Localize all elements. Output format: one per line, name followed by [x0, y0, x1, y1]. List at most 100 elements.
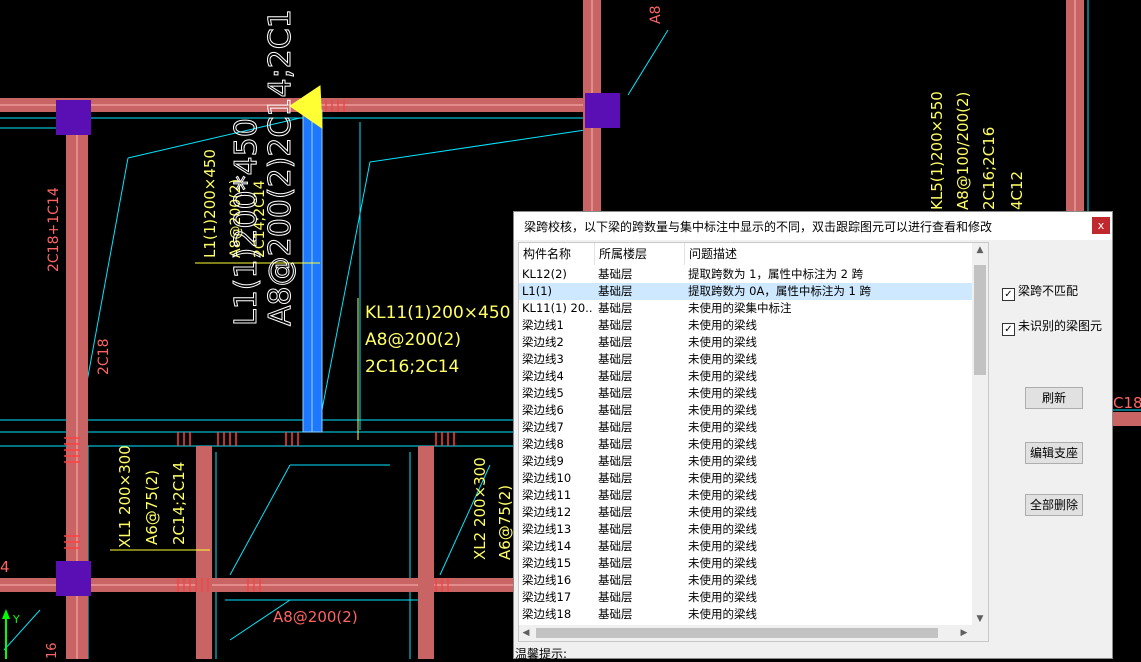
cell-floor: 基础层 [598, 471, 633, 485]
scroll-left-icon[interactable]: ◀ [519, 626, 533, 640]
table-row[interactable]: 梁边线6 基础层 未使用的梁线 [519, 402, 973, 419]
label-left-edge: 4 [0, 558, 10, 576]
table-row[interactable]: L1(1) 基础层 提取跨数为 0A，属性中标注为 1 跨 [519, 283, 973, 300]
cell-description: 未使用的梁线 [688, 573, 757, 587]
table-row[interactable]: 梁边线14 基础层 未使用的梁线 [519, 538, 973, 555]
list-rows: KL12(2) 基础层 提取跨数为 1，属性中标注为 2 跨 L1(1) 基础层 提取跨数… [519, 266, 973, 623]
table-row[interactable]: 梁边线4 基础层 未使用的梁线 [519, 368, 973, 385]
cell-name: L1(1) [522, 284, 553, 298]
table-row[interactable]: 梁边线7 基础层 未使用的梁线 [519, 419, 973, 436]
table-row[interactable]: 梁边线8 基础层 未使用的梁线 [519, 436, 973, 453]
scroll-down-icon[interactable]: ▼ [972, 612, 988, 626]
label-xl2-1: XL2 200×300 [471, 457, 489, 560]
table-row[interactable]: KL11(1) 20... 基础层 未使用的梁集中标注 [519, 300, 973, 317]
table-row[interactable]: 梁边线17 基础层 未使用的梁线 [519, 589, 973, 606]
label-l1-big2: A8@200(2)2C14;2C1 [263, 9, 298, 326]
column-header-description[interactable]: 问题描述 [685, 243, 973, 265]
cell-description: 未使用的梁线 [688, 335, 757, 349]
table-row[interactable]: 梁边线11 基础层 未使用的梁线 [519, 487, 973, 504]
table-row[interactable]: 梁边线10 基础层 未使用的梁线 [519, 470, 973, 487]
axis-y-label: Y [12, 613, 20, 626]
cell-description: 未使用的梁线 [688, 607, 757, 621]
table-row[interactable]: 梁边线5 基础层 未使用的梁线 [519, 385, 973, 402]
label-kl11-2: A8@200(2) [365, 330, 461, 350]
column-header-name[interactable]: 构件名称 [519, 243, 595, 265]
cell-name: 梁边线16 [522, 573, 572, 587]
dialog-titlebar[interactable]: 梁跨校核，以下梁的跨数量与集中标注中显示的不同，双击跟踪图元可以进行查看和修改 … [514, 212, 1112, 240]
label-bottom: A8@200(2) [273, 608, 358, 626]
table-row[interactable]: 梁边线16 基础层 未使用的梁线 [519, 572, 973, 589]
cell-floor: 基础层 [598, 590, 633, 604]
close-button[interactable]: x [1092, 217, 1110, 234]
cell-name: 梁边线11 [522, 488, 572, 502]
cell-description: 提取跨数为 1，属性中标注为 2 跨 [688, 267, 864, 281]
cell-name: 梁边线8 [522, 437, 564, 451]
label-xl2-2: A6@75(2) [496, 485, 514, 560]
cell-name: 梁边线9 [522, 454, 564, 468]
cell-description: 未使用的梁集中标注 [688, 301, 792, 315]
table-row[interactable]: KL12(2) 基础层 提取跨数为 1，属性中标注为 2 跨 [519, 266, 973, 283]
label-l1-big: L1(1)200*450 [229, 118, 264, 326]
table-row[interactable]: 梁边线15 基础层 未使用的梁线 [519, 555, 973, 572]
table-row[interactable]: 梁边线3 基础层 未使用的梁线 [519, 351, 973, 368]
scroll-up-icon[interactable]: ▲ [972, 243, 988, 257]
cell-description: 未使用的梁线 [688, 454, 757, 468]
horizontal-scrollbar[interactable]: ◀ ▶ [519, 625, 988, 641]
cell-floor: 基础层 [598, 522, 633, 536]
scroll-right-icon[interactable]: ▶ [957, 626, 971, 640]
checkbox-span-mismatch[interactable]: ✓ [1002, 288, 1015, 301]
cell-description: 未使用的梁线 [688, 386, 757, 400]
ucs-axis-icon: Y [2, 609, 20, 659]
column-header-floor[interactable]: 所属楼层 [595, 243, 685, 265]
cell-floor: 基础层 [598, 539, 633, 553]
cell-floor: 基础层 [598, 607, 633, 621]
cell-floor: 基础层 [598, 352, 633, 366]
cell-floor: 基础层 [598, 301, 633, 315]
checkbox-unrecognized-beams[interactable]: ✓ [1002, 323, 1015, 336]
option-unrecognized-beams[interactable]: ✓ 未识别的梁图元 [1002, 318, 1103, 336]
cell-description: 未使用的梁线 [688, 420, 757, 434]
cell-floor: 基础层 [598, 420, 633, 434]
cell-name: 梁边线1 [522, 318, 564, 332]
label-xl1-2: A6@75(2) [143, 470, 161, 545]
cell-description: 未使用的梁线 [688, 369, 757, 383]
cell-floor: 基础层 [598, 573, 633, 587]
label-right-edge: C18 [1113, 394, 1141, 412]
cell-floor: 基础层 [598, 335, 633, 349]
vertical-scroll-thumb[interactable] [974, 265, 986, 375]
cell-name: 梁边线18 [522, 607, 572, 621]
label-right-2: A8@100/200(2) [954, 92, 972, 210]
table-row[interactable]: 梁边线12 基础层 未使用的梁线 [519, 504, 973, 521]
cell-name: 梁边线14 [522, 539, 572, 553]
table-row[interactable]: 梁边线9 基础层 未使用的梁线 [519, 453, 973, 470]
table-row[interactable]: 梁边线18 基础层 未使用的梁线 [519, 606, 973, 623]
cell-description: 未使用的梁线 [688, 318, 757, 332]
option-unrecognized-beams-label: 未识别的梁图元 [1018, 319, 1103, 333]
cell-floor: 基础层 [598, 386, 633, 400]
edit-support-button[interactable]: 编辑支座 [1025, 442, 1083, 464]
beam-span-check-dialog[interactable]: 梁跨校核，以下梁的跨数量与集中标注中显示的不同，双击跟踪图元可以进行查看和修改 … [513, 211, 1113, 661]
label-bottom-left: 16 [45, 642, 60, 659]
horizontal-scroll-thumb[interactable] [536, 628, 938, 638]
table-row[interactable]: 梁边线13 基础层 未使用的梁线 [519, 521, 973, 538]
refresh-button[interactable]: 刷新 [1025, 387, 1083, 409]
table-row[interactable]: 梁边线2 基础层 未使用的梁线 [519, 334, 973, 351]
label-right-4: 4C12 [1008, 171, 1026, 210]
cell-floor: 基础层 [598, 284, 633, 298]
cell-floor: 基础层 [598, 505, 633, 519]
vertical-scrollbar[interactable]: ▲ ▼ [972, 243, 988, 626]
label-right-3: 2C16;2C16 [980, 127, 998, 210]
label-top-a8: A8 [648, 6, 664, 24]
cell-name: 梁边线3 [522, 352, 564, 366]
cell-floor: 基础层 [598, 267, 633, 281]
problem-list[interactable]: 构件名称 所属楼层 问题描述 KL12(2) 基础层 提取跨数为 1，属性中标注为 … [518, 242, 989, 642]
delete-all-button[interactable]: 全部删除 [1025, 494, 1083, 516]
cell-floor: 基础层 [598, 318, 633, 332]
option-span-mismatch[interactable]: ✓ 梁跨不匹配 [1002, 283, 1078, 301]
table-row[interactable]: 梁边线1 基础层 未使用的梁线 [519, 317, 973, 334]
cell-floor: 基础层 [598, 454, 633, 468]
label-xl1-1: XL1 200×300 [116, 445, 134, 548]
cell-name: 梁边线4 [522, 369, 564, 383]
dialog-title: 梁跨校核，以下梁的跨数量与集中标注中显示的不同，双击跟踪图元可以进行查看和修改 [524, 220, 993, 234]
cell-name: 梁边线6 [522, 403, 564, 417]
